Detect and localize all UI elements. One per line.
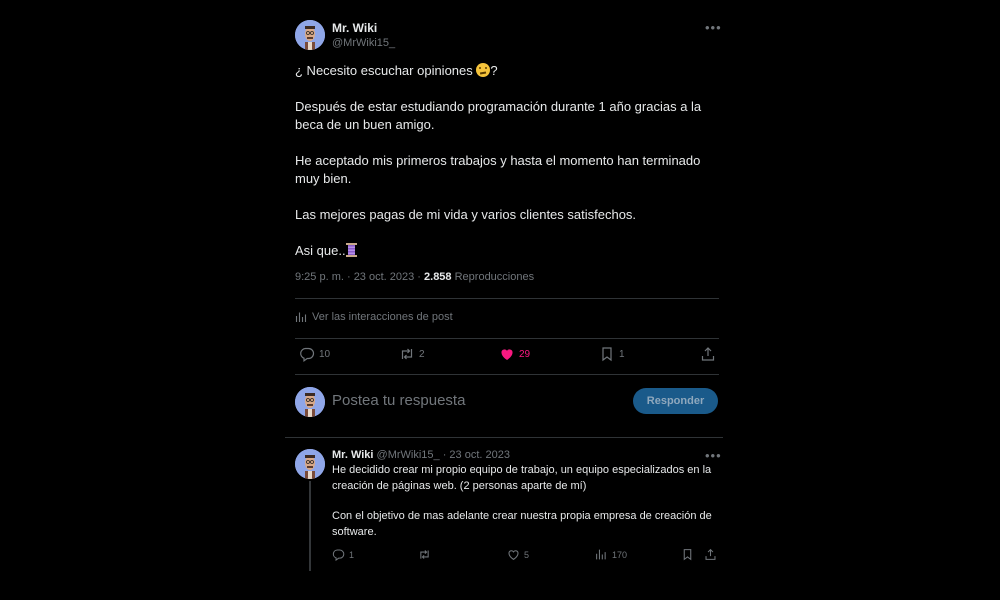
- divider: [295, 338, 719, 339]
- reply-icon: [332, 549, 345, 561]
- like-button[interactable]: 29: [499, 346, 530, 362]
- thread-line: [309, 481, 311, 571]
- post-paragraph-3: He aceptado mis primeros trabajos y hast…: [295, 153, 701, 186]
- repost-button[interactable]: 2: [399, 346, 425, 362]
- reply-post-body: He decidido crear mi propio equipo de tr…: [332, 463, 722, 540]
- bookmark-button[interactable]: [681, 548, 694, 561]
- views-count: 2.858: [424, 271, 452, 283]
- share-button[interactable]: [700, 346, 716, 362]
- share-icon: [701, 347, 715, 361]
- bookmark-icon: [602, 347, 612, 362]
- reply-paragraph-2: Con el objetivo de mas adelante crear nu…: [332, 510, 712, 538]
- post-meta: 9:25 p. m. · 23 oct. 2023 · 2.858 Reprod…: [295, 271, 534, 283]
- repost-icon: [401, 348, 413, 360]
- like-button[interactable]: 5: [507, 548, 529, 561]
- share-button[interactable]: [704, 548, 717, 561]
- reply-submit-button[interactable]: Responder: [633, 388, 718, 414]
- divider: [295, 298, 719, 299]
- like-count: 29: [519, 348, 531, 360]
- repost-count: 2: [419, 348, 425, 360]
- post-paragraph-4: Las mejores pagas de mi vida y varios cl…: [295, 207, 637, 222]
- post-line-1-text: ¿ Necesito escuchar opiniones: [295, 63, 473, 78]
- reply-button[interactable]: 1: [332, 548, 354, 561]
- reply-post-actions: 1 5 170: [332, 548, 720, 564]
- post-paragraph-5-text: Asi que..: [295, 243, 346, 258]
- views-count: 170: [612, 549, 628, 560]
- repost-button[interactable]: [418, 548, 435, 561]
- reply-input[interactable]: Postea tu respuesta: [332, 392, 465, 409]
- post-paragraph-2: Después de estar estudiando programación…: [295, 99, 702, 132]
- like-count: 5: [524, 549, 530, 560]
- post-paragraph-5: Asi que..: [295, 242, 715, 260]
- analytics-icon: [596, 549, 606, 560]
- more-dots-icon[interactable]: •••: [705, 21, 722, 34]
- reply-paragraph-1: He decidido crear mi propio equipo de tr…: [332, 464, 712, 492]
- view-interactions-label: Ver las interacciones de post: [312, 311, 453, 323]
- reply-count: 10: [319, 348, 331, 360]
- composer-avatar: [295, 387, 325, 417]
- heart-icon: [508, 550, 519, 560]
- post-body: ¿ Necesito escuchar opiniones ? Después …: [295, 62, 715, 260]
- author-name[interactable]: Mr. Wiki: [332, 21, 377, 35]
- divider: [285, 437, 723, 438]
- reply-author-name[interactable]: Mr. Wiki: [332, 449, 373, 461]
- analytics-icon: [295, 312, 307, 322]
- bookmark-count: 1: [619, 348, 625, 360]
- reply-icon: [300, 347, 315, 362]
- more-dots-icon[interactable]: •••: [705, 449, 722, 462]
- thread-spool-emoji-icon: [345, 243, 357, 257]
- repost-icon: [420, 550, 429, 559]
- post-line-1-end: ?: [490, 63, 498, 78]
- reply-post-header: Mr. Wiki @MrWiki15_ · 23 oct. 2023: [332, 449, 510, 461]
- share-icon: [705, 548, 716, 560]
- reply-meta[interactable]: @MrWiki15_ · 23 oct. 2023: [377, 449, 510, 461]
- reply-count: 1: [349, 549, 355, 560]
- reply-button[interactable]: 10: [299, 346, 330, 362]
- view-interactions-link[interactable]: Ver las interacciones de post: [295, 311, 453, 323]
- post-timestamp[interactable]: 9:25 p. m. · 23 oct. 2023 ·: [295, 271, 424, 283]
- divider: [295, 374, 719, 375]
- views-button[interactable]: 170: [595, 548, 627, 561]
- author-avatar[interactable]: [295, 20, 325, 50]
- post-line-1: ¿ Necesito escuchar opiniones ?: [295, 62, 715, 80]
- author-handle[interactable]: @MrWiki15_: [332, 37, 395, 49]
- confused-face-emoji-icon: [476, 63, 491, 77]
- bookmark-icon: [683, 549, 692, 561]
- post-column: Mr. Wiki @MrWiki15_ ••• ¿ Necesito escuc…: [285, 0, 723, 600]
- reply-author-avatar[interactable]: [295, 449, 325, 479]
- post-actions: 10 2 29 1: [295, 346, 719, 366]
- views-label: Reproducciones: [454, 271, 535, 283]
- heart-icon: [501, 349, 513, 360]
- bookmark-button[interactable]: 1: [599, 346, 625, 362]
